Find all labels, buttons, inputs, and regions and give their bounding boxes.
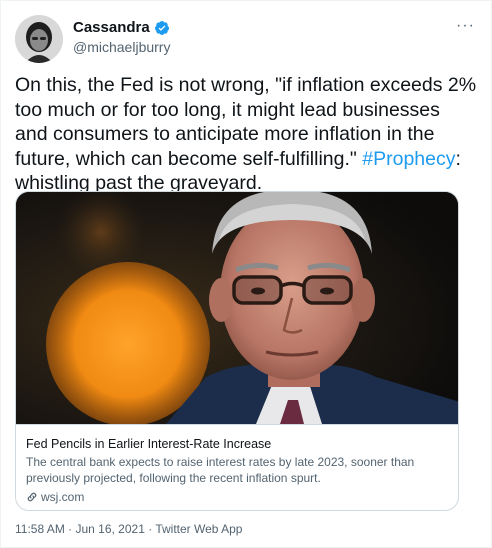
link-icon (27, 492, 37, 502)
avatar-image (15, 15, 63, 63)
tweet: Cassandra @michaeljburry ··· On this, th… (0, 0, 492, 548)
tweet-text: On this, the Fed is not wrong, "if infla… (15, 73, 477, 196)
card-domain-row: wsj.com (26, 489, 450, 505)
card-body[interactable]: Fed Pencils in Earlier Interest-Rate Inc… (16, 424, 458, 510)
tweet-timestamp[interactable]: 11:58 AM · Jun 16, 2021 · Twitter Web Ap… (15, 522, 242, 536)
verified-badge-icon (154, 20, 169, 35)
hashtag-link[interactable]: #Prophecy (362, 148, 455, 170)
more-options-icon[interactable]: ··· (456, 17, 475, 35)
author-handle[interactable]: @michaeljburry (73, 39, 170, 55)
avatar[interactable] (15, 15, 63, 63)
card-description: The central bank expects to raise intere… (26, 455, 415, 485)
card-image[interactable] (16, 192, 458, 424)
card-photo (16, 192, 458, 424)
link-preview-card[interactable]: Fed Pencils in Earlier Interest-Rate Inc… (15, 191, 459, 511)
card-title[interactable]: Fed Pencils in Earlier Interest-Rate Inc… (26, 436, 450, 452)
author-name-row[interactable]: Cassandra (73, 19, 170, 36)
author-display-name[interactable]: Cassandra (73, 19, 150, 36)
card-domain: wsj.com (41, 490, 85, 504)
